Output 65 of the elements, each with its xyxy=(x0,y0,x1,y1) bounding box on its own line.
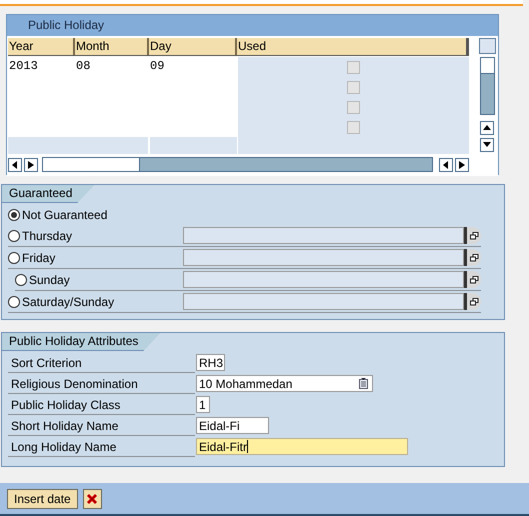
table-cell: 09 xyxy=(150,59,164,73)
radio-button[interactable] xyxy=(15,274,27,286)
scroll-down-button[interactable] xyxy=(480,138,494,152)
radio-button[interactable] xyxy=(8,208,20,220)
multiple-selection-button[interactable] xyxy=(464,271,481,288)
input-field[interactable] xyxy=(183,249,464,266)
input-field[interactable]: 1 xyxy=(196,396,210,413)
input-field[interactable] xyxy=(183,227,464,244)
column-settings-button[interactable] xyxy=(478,38,496,54)
scroll-up-button[interactable] xyxy=(480,121,494,135)
multiple-selection-button[interactable] xyxy=(464,249,481,266)
option-label: Not Guaranteed xyxy=(22,208,108,222)
option-label: Thursday xyxy=(22,228,72,242)
scroll-left-button[interactable] xyxy=(439,158,454,172)
horizontal-scrollbar[interactable] xyxy=(42,157,434,172)
input-field[interactable]: Eidal-Fitr xyxy=(196,438,408,455)
right-arrow-icon xyxy=(28,160,34,168)
used-checkbox[interactable] xyxy=(347,121,360,134)
input-field[interactable] xyxy=(183,271,464,288)
field-label: Short Holiday Name xyxy=(11,418,118,432)
column-header[interactable]: Year xyxy=(8,38,75,55)
left-arrow-icon xyxy=(443,160,450,168)
windows-icon xyxy=(470,298,479,306)
insert-date-button[interactable]: Insert date xyxy=(7,488,78,508)
field-label: Public Holiday Class xyxy=(11,398,120,412)
field-label: Religious Denomination xyxy=(11,376,138,390)
input-field[interactable]: Eidal-Fi xyxy=(196,417,269,434)
option-label: Friday xyxy=(22,250,56,264)
windows-icon xyxy=(470,254,479,262)
windows-icon xyxy=(470,232,479,240)
multiple-selection-button[interactable] xyxy=(464,293,481,310)
group-title: Public Holiday Attributes xyxy=(2,333,160,351)
table-cell: 2013 xyxy=(9,59,38,73)
left-arrow-icon xyxy=(12,160,18,168)
used-checkbox[interactable] xyxy=(347,101,360,114)
dropdown-field[interactable]: 10 Mohammedan xyxy=(196,375,373,392)
cancel-button[interactable] xyxy=(82,488,102,508)
used-checkbox[interactable] xyxy=(347,61,360,74)
field-label: Long Holiday Name xyxy=(11,440,116,454)
cancel-icon xyxy=(86,492,98,504)
option-label: Saturday/Sunday xyxy=(22,294,114,308)
value-help-icon[interactable] xyxy=(359,378,368,389)
up-arrow-icon xyxy=(483,125,492,131)
scroll-right-button[interactable] xyxy=(455,158,470,172)
scroll-left-button[interactable] xyxy=(8,158,22,172)
vertical-scrollbar[interactable] xyxy=(480,57,495,115)
radio-button[interactable] xyxy=(8,296,20,308)
windows-icon xyxy=(470,276,479,284)
radio-button[interactable] xyxy=(8,230,20,242)
input-field[interactable]: RH3 xyxy=(196,354,225,371)
group-title: Guaranteed xyxy=(2,185,94,203)
scroll-right-button[interactable] xyxy=(24,158,38,172)
option-label: Sunday xyxy=(29,272,70,286)
down-arrow-icon xyxy=(483,142,492,148)
right-arrow-icon xyxy=(459,160,466,168)
column-header[interactable]: Day xyxy=(149,38,237,55)
field-label: Sort Criterion xyxy=(11,356,82,370)
column-header[interactable]: Month xyxy=(75,38,149,55)
table-cell: 08 xyxy=(76,59,90,73)
radio-button[interactable] xyxy=(8,252,20,264)
panel-title: Public Holiday xyxy=(7,15,498,36)
used-checkbox[interactable] xyxy=(347,81,360,94)
input-field[interactable] xyxy=(183,293,464,310)
column-header[interactable]: Used xyxy=(237,38,468,55)
multiple-selection-button[interactable] xyxy=(464,227,481,244)
